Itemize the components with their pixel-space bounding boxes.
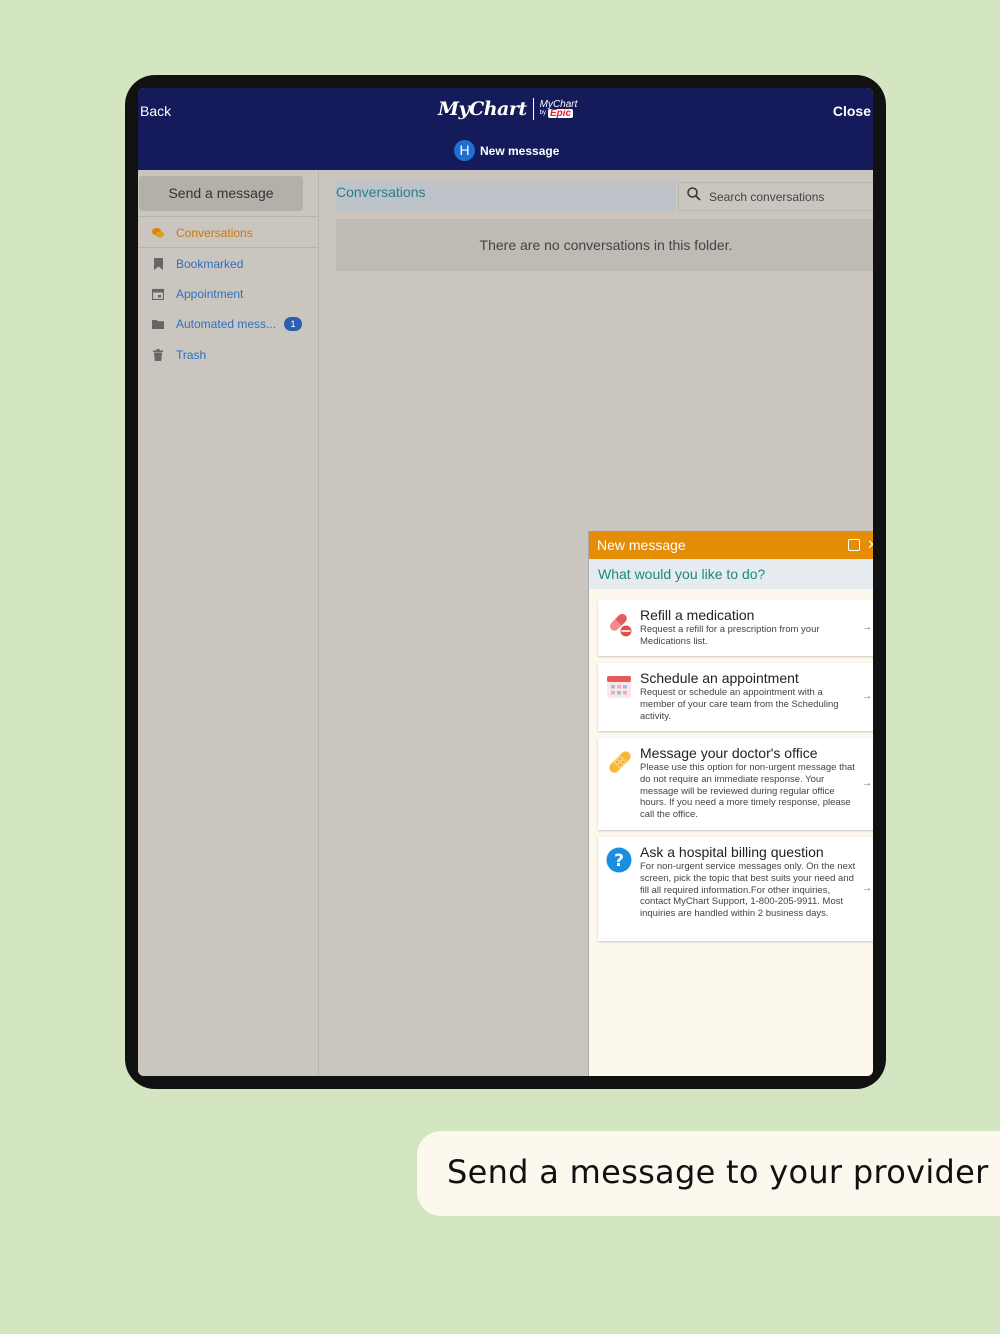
option-message-doctor-office[interactable]: Message your doctor's office Please use …	[598, 738, 873, 830]
send-message-button[interactable]: Send a message	[139, 176, 303, 211]
question-icon: ?	[606, 847, 632, 873]
option-title: Ask a hospital billing question	[640, 844, 824, 860]
chat-bubbles-icon	[152, 227, 164, 239]
header-subtitle: H New message	[454, 140, 559, 161]
bandage-icon	[606, 748, 632, 774]
logo-epic-row: by Epic	[539, 108, 578, 119]
option-title: Message your doctor's office	[640, 745, 818, 761]
close-icon[interactable]: ✕	[867, 537, 873, 553]
sidebar-divider	[138, 216, 319, 217]
option-hospital-billing-question[interactable]: ? Ask a hospital billing question For no…	[598, 837, 873, 941]
logo-by: by	[539, 110, 546, 116]
option-refill-medication[interactable]: Refill a medication Request a refill for…	[598, 600, 873, 656]
avatar[interactable]: H	[454, 140, 475, 161]
option-description: Request or schedule an appointment with …	[640, 687, 839, 722]
option-schedule-appointment[interactable]: Schedule an appointment Request or sched…	[598, 663, 873, 731]
calendar-icon	[152, 288, 164, 300]
panel-header: New message ✕	[589, 531, 873, 559]
arrow-right-icon: →	[862, 778, 872, 789]
close-button[interactable]: Close	[833, 103, 871, 119]
panel-title: New message	[597, 537, 686, 553]
sidebar-item-label: Conversations	[176, 226, 253, 240]
sidebar-item-appointment[interactable]: Appointment	[152, 284, 243, 304]
logo-mychart-text: MyChart	[438, 98, 527, 120]
sidebar-item-trash[interactable]: Trash	[152, 345, 206, 365]
caption-banner: Send a message to your provider	[417, 1131, 1000, 1216]
sidebar-divider	[138, 247, 319, 248]
option-title: Schedule an appointment	[640, 670, 799, 686]
tablet-frame: Back MyChart MyChart by Epic H New messa…	[125, 75, 886, 1089]
logo-mychart-by-epic: MyChart by Epic	[539, 100, 578, 119]
unread-count-badge: 1	[284, 317, 303, 331]
back-button[interactable]: Back	[140, 103, 171, 119]
sidebar-item-bookmarked[interactable]: Bookmarked	[152, 254, 243, 274]
trash-icon	[152, 349, 164, 361]
sidebar: Send a message Conversations Bookmarked	[138, 170, 319, 1076]
caption-text: Send a message to your provider	[447, 1153, 989, 1191]
pill-icon	[606, 610, 632, 637]
sidebar-item-conversations[interactable]: Conversations	[152, 223, 253, 243]
sidebar-item-label: Automated mess...	[176, 317, 277, 331]
logo-epic: Epic	[547, 108, 574, 119]
popout-icon[interactable]	[848, 539, 860, 551]
sidebar-item-label: Bookmarked	[176, 257, 244, 271]
option-description: Please use this option for non-urgent me…	[640, 762, 855, 821]
search-icon	[687, 187, 701, 206]
folder-icon	[152, 318, 164, 330]
page-title: New message	[480, 143, 560, 158]
bookmark-icon	[152, 258, 164, 270]
option-description: Request a refill for a prescription from…	[640, 624, 820, 647]
calendar-icon	[606, 673, 632, 699]
option-title: Refill a medication	[640, 607, 755, 623]
arrow-right-icon: →	[862, 883, 872, 894]
sidebar-item-label: Appointment	[176, 287, 244, 301]
tablet-screen: Back MyChart MyChart by Epic H New messa…	[138, 88, 873, 1076]
sidebar-item-automated-messages[interactable]: Automated mess... 1	[152, 314, 303, 334]
panel-question: What would you like to do?	[589, 559, 873, 589]
svg-text:?: ?	[614, 851, 624, 871]
arrow-right-icon: →	[862, 622, 872, 633]
top-bar: Back MyChart MyChart by Epic H New messa…	[138, 88, 873, 170]
search-placeholder: Search conversations	[709, 189, 825, 204]
logo-divider	[532, 98, 534, 120]
sidebar-item-label: Trash	[176, 348, 207, 362]
new-message-panel: New message ✕ What would you like to do?…	[588, 531, 873, 1076]
empty-folder-message: There are no conversations in this folde…	[336, 219, 873, 271]
mychart-logo: MyChart MyChart by Epic	[438, 98, 577, 120]
conversations-title: Conversations	[336, 184, 426, 200]
arrow-right-icon: →	[862, 691, 872, 702]
search-conversations-input[interactable]: Search conversations	[678, 182, 873, 211]
option-description: For non-urgent service messages only. On…	[640, 861, 856, 920]
